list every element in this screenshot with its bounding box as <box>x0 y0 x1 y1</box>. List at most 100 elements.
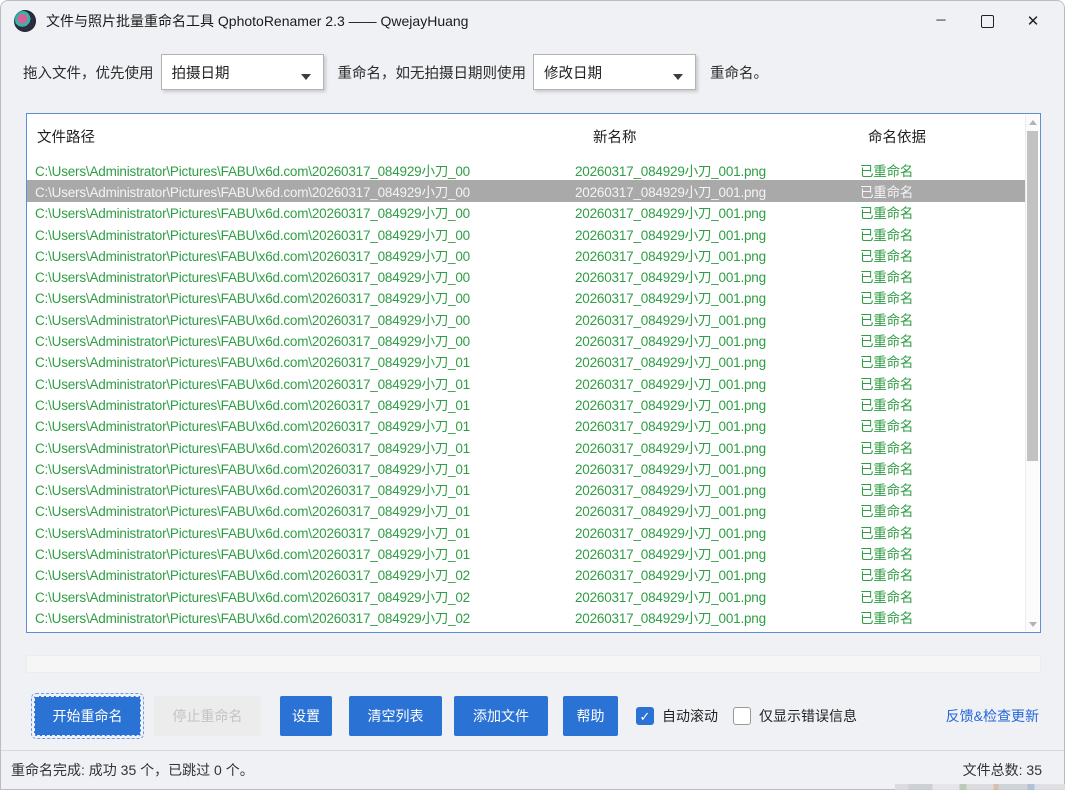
file-path-cell: C:\Users\Administrator\Pictures\FABU\x6d… <box>27 266 567 286</box>
new-name-cell: 20260317_084929小刀_001.png <box>567 373 852 393</box>
table-row[interactable]: C:\Users\Administrator\Pictures\FABU\x6d… <box>27 202 1026 223</box>
table-row[interactable]: C:\Users\Administrator\Pictures\FABU\x6d… <box>27 180 1026 201</box>
action-button-row: 开始重命名 停止重命名 设置 清空列表 添加文件 帮助 ✓ 自动滚动 仅显示错误… <box>34 696 857 736</box>
file-path-cell: C:\Users\Administrator\Pictures\FABU\x6d… <box>27 437 567 457</box>
table-row[interactable]: C:\Users\Administrator\Pictures\FABU\x6d… <box>27 329 1026 350</box>
table-row[interactable]: C:\Users\Administrator\Pictures\FABU\x6d… <box>27 478 1026 499</box>
file-path-cell: C:\Users\Administrator\Pictures\FABU\x6d… <box>27 330 567 350</box>
table-row[interactable]: C:\Users\Administrator\Pictures\FABU\x6d… <box>27 308 1026 329</box>
app-window: 文件与照片批量重命名工具 QphotoRenamer 2.3 —— Qwejay… <box>0 0 1065 790</box>
table-row[interactable]: C:\Users\Administrator\Pictures\FABU\x6d… <box>27 415 1026 436</box>
column-header-naming-basis[interactable]: 命名依据 <box>852 126 1040 147</box>
file-path-cell: C:\Users\Administrator\Pictures\FABU\x6d… <box>27 224 567 244</box>
autoscroll-checkbox[interactable]: ✓ <box>636 707 654 725</box>
new-name-cell: 20260317_084929小刀_001.png <box>567 586 852 606</box>
table-row[interactable]: C:\Users\Administrator\Pictures\FABU\x6d… <box>27 457 1026 478</box>
status-badge: 已重命名 <box>852 437 1026 457</box>
file-path-cell: C:\Users\Administrator\Pictures\FABU\x6d… <box>27 373 567 393</box>
add-files-button[interactable]: 添加文件 <box>454 696 548 736</box>
progress-bar <box>26 655 1041 673</box>
file-path-cell: C:\Users\Administrator\Pictures\FABU\x6d… <box>27 628 567 632</box>
help-button[interactable]: 帮助 <box>563 696 618 736</box>
new-name-cell: 20260317_084929小刀_001.png <box>567 415 852 435</box>
new-name-cell: 20260317_084929小刀_001.png <box>567 287 852 307</box>
status-badge: 已重命名 <box>852 330 1026 350</box>
table-row[interactable]: C:\Users\Administrator\Pictures\FABU\x6d… <box>27 564 1026 585</box>
status-badge: 已重命名 <box>852 458 1026 478</box>
errors-only-checkbox[interactable] <box>733 707 751 725</box>
status-badge: 已重命名 <box>852 394 1026 414</box>
table-row[interactable]: C:\Users\Administrator\Pictures\FABU\x6d… <box>27 351 1026 372</box>
rule-suffix-label: 重命名。 <box>710 62 768 83</box>
new-name-cell: 20260317_084929小刀_001.png <box>567 160 852 180</box>
status-badge: 已重命名 <box>852 287 1026 307</box>
primary-date-value: 拍摄日期 <box>172 62 230 83</box>
file-path-cell: C:\Users\Administrator\Pictures\FABU\x6d… <box>27 202 567 222</box>
autoscroll-checkbox-group: ✓ 自动滚动 <box>636 706 718 726</box>
table-row[interactable]: C:\Users\Administrator\Pictures\FABU\x6d… <box>27 436 1026 457</box>
status-badge: 已重命名 <box>852 202 1026 222</box>
file-path-cell: C:\Users\Administrator\Pictures\FABU\x6d… <box>27 287 567 307</box>
table-row[interactable]: C:\Users\Administrator\Pictures\FABU\x6d… <box>27 265 1026 286</box>
feedback-update-link[interactable]: 反馈&检查更新 <box>946 696 1039 736</box>
new-name-cell: 20260317_084929小刀_001.png <box>567 394 852 414</box>
settings-button[interactable]: 设置 <box>280 696 332 736</box>
rename-result-status: 重命名完成: 成功 35 个，已跳过 0 个。 <box>11 760 254 780</box>
file-path-cell: C:\Users\Administrator\Pictures\FABU\x6d… <box>27 500 567 520</box>
chevron-down-icon <box>673 74 683 80</box>
table-row[interactable]: C:\Users\Administrator\Pictures\FABU\x6d… <box>27 628 1026 632</box>
close-button[interactable]: ✕ <box>1010 1 1056 41</box>
vertical-scrollbar[interactable] <box>1025 115 1039 631</box>
fallback-date-value: 修改日期 <box>544 62 602 83</box>
file-path-cell: C:\Users\Administrator\Pictures\FABU\x6d… <box>27 181 567 201</box>
file-path-cell: C:\Users\Administrator\Pictures\FABU\x6d… <box>27 458 567 478</box>
status-badge: 已重命名 <box>852 266 1026 286</box>
table-row[interactable]: C:\Users\Administrator\Pictures\FABU\x6d… <box>27 521 1026 542</box>
table-row[interactable]: C:\Users\Administrator\Pictures\FABU\x6d… <box>27 159 1026 180</box>
table-row[interactable]: C:\Users\Administrator\Pictures\FABU\x6d… <box>27 393 1026 414</box>
scroll-up-icon[interactable] <box>1026 115 1039 129</box>
new-name-cell: 20260317_084929小刀_001.png <box>567 479 852 499</box>
status-badge: 已重命名 <box>852 522 1026 542</box>
table-row[interactable]: C:\Users\Administrator\Pictures\FABU\x6d… <box>27 606 1026 627</box>
table-row[interactable]: C:\Users\Administrator\Pictures\FABU\x6d… <box>27 585 1026 606</box>
window-controls: ─ ✕ <box>918 1 1056 41</box>
scrollbar-thumb[interactable] <box>1027 131 1038 461</box>
autoscroll-label: 自动滚动 <box>662 706 718 726</box>
table-row[interactable]: C:\Users\Administrator\Pictures\FABU\x6d… <box>27 372 1026 393</box>
stop-rename-button[interactable]: 停止重命名 <box>154 696 261 736</box>
table-row[interactable]: C:\Users\Administrator\Pictures\FABU\x6d… <box>27 244 1026 265</box>
new-name-cell: 20260317_084929小刀_001.png <box>567 607 852 627</box>
start-rename-button[interactable]: 开始重命名 <box>34 696 141 736</box>
status-badge: 已重命名 <box>852 160 1026 180</box>
new-name-cell: 20260317_084929小刀_001.png <box>567 500 852 520</box>
new-name-cell: 20260317_084929小刀_001.png <box>567 181 852 201</box>
maximize-button[interactable] <box>964 1 1010 41</box>
status-badge: 已重命名 <box>852 586 1026 606</box>
fallback-date-dropdown[interactable]: 修改日期 <box>533 54 696 90</box>
new-name-cell: 20260317_084929小刀_001.png <box>567 266 852 286</box>
status-badge: 已重命名 <box>852 309 1026 329</box>
table-row[interactable]: C:\Users\Administrator\Pictures\FABU\x6d… <box>27 287 1026 308</box>
rule-middle-label: 重命名，如无拍摄日期则使用 <box>338 62 527 83</box>
minimize-button[interactable]: ─ <box>918 1 964 41</box>
table-row[interactable]: C:\Users\Administrator\Pictures\FABU\x6d… <box>27 500 1026 521</box>
errors-only-checkbox-group: 仅显示错误信息 <box>733 706 857 726</box>
clear-list-button[interactable]: 清空列表 <box>349 696 442 736</box>
primary-date-dropdown[interactable]: 拍摄日期 <box>161 54 324 90</box>
window-title: 文件与照片批量重命名工具 QphotoRenamer 2.3 —— Qwejay… <box>46 11 468 31</box>
table-header: 文件路径 新名称 命名依据 <box>27 114 1040 159</box>
column-header-file-path[interactable]: 文件路径 <box>27 126 567 147</box>
file-path-cell: C:\Users\Administrator\Pictures\FABU\x6d… <box>27 564 567 584</box>
errors-only-label: 仅显示错误信息 <box>759 706 857 726</box>
total-files-count: 文件总数: 35 <box>963 760 1042 780</box>
table-row[interactable]: C:\Users\Administrator\Pictures\FABU\x6d… <box>27 223 1026 244</box>
status-badge: 已重命名 <box>852 607 1026 627</box>
rule-prefix-label: 拖入文件，优先使用 <box>23 62 154 83</box>
table-row[interactable]: C:\Users\Administrator\Pictures\FABU\x6d… <box>27 542 1026 563</box>
column-header-new-name[interactable]: 新名称 <box>567 126 852 147</box>
scroll-down-icon[interactable] <box>1026 617 1039 631</box>
status-badge: 已重命名 <box>852 245 1026 265</box>
file-path-cell: C:\Users\Administrator\Pictures\FABU\x6d… <box>27 607 567 627</box>
new-name-cell: 20260317_084929小刀_001.png <box>567 628 852 632</box>
